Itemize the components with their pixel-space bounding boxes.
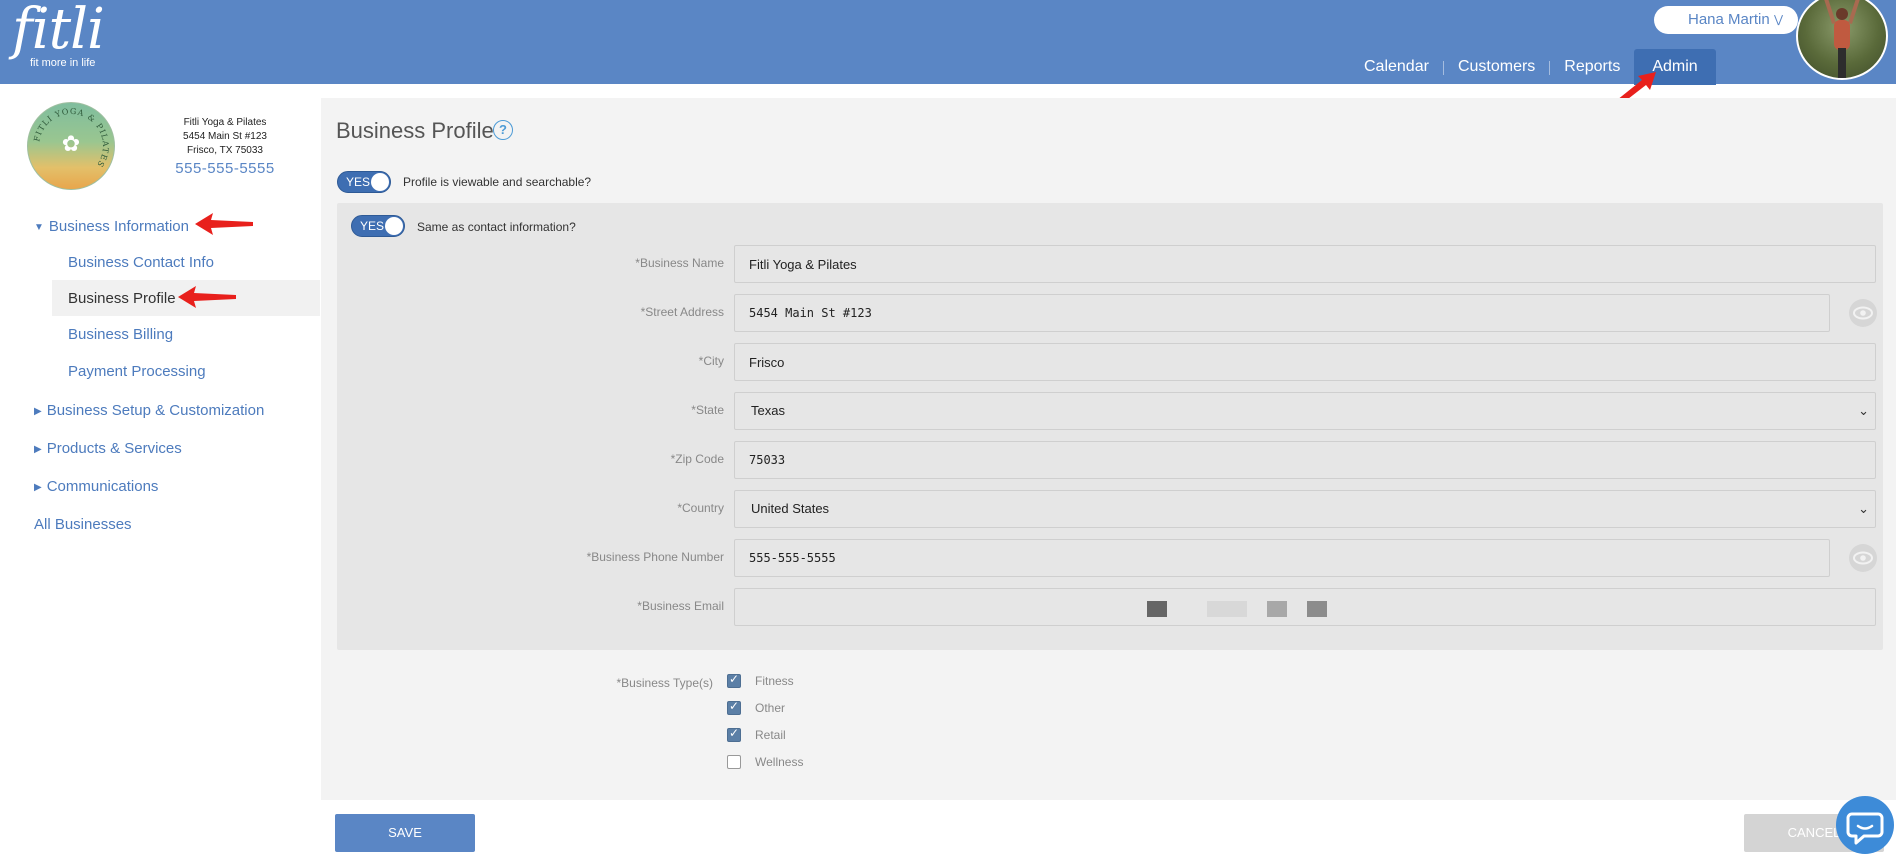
business-type-label: Retail <box>755 728 786 742</box>
country-select[interactable]: United States ⌄ <box>734 490 1876 528</box>
annotation-arrow-icon <box>195 213 253 235</box>
avatar-figure-body <box>1834 20 1850 50</box>
caret-right-icon: ▶ <box>34 482 42 493</box>
business-email-label: *Business Email <box>637 599 724 613</box>
caret-right-icon: ▶ <box>34 406 42 417</box>
sidebar-section-label: Communications <box>46 478 159 495</box>
checkmark-icon: ✓ <box>729 699 740 713</box>
checkbox-checked[interactable]: ✓ <box>727 699 741 715</box>
business-name-label: *Business Name <box>635 256 724 270</box>
avatar-figure-leg <box>1838 48 1846 78</box>
business-phone-label: *Business Phone Number <box>586 550 724 564</box>
visibility-eye-icon[interactable] <box>1849 299 1877 327</box>
business-address-line1: 5454 Main St #123 <box>183 131 267 142</box>
state-selected-value: Texas <box>751 403 785 418</box>
zip-code-field[interactable] <box>734 441 1876 479</box>
nav-calendar[interactable]: Calendar <box>1350 49 1443 85</box>
street-address-field[interactable] <box>734 294 1830 332</box>
page-title: Business Profile <box>336 118 494 143</box>
country-selected-value: United States <box>751 501 830 516</box>
business-type-label: Fitness <box>755 674 794 688</box>
logo-tagline: fit more in life <box>30 57 96 69</box>
user-menu-button[interactable]: Hana Martin ⋁ <box>1654 6 1798 34</box>
business-name: Fitli Yoga & Pilates <box>183 117 267 128</box>
logo-wordmark: fitli <box>12 0 105 62</box>
checkbox-checked[interactable]: ✓ <box>727 672 741 688</box>
checkbox-unchecked[interactable] <box>727 755 741 769</box>
business-address-line2: Frisco, TX 75033 <box>187 145 263 156</box>
chevron-down-icon: ⌄ <box>1858 501 1869 516</box>
business-phone: 555-555-5555 <box>175 160 275 177</box>
sidebar-item-payment-processing[interactable]: Payment Processing <box>68 363 206 380</box>
sidebar-item-business-profile[interactable]: Business Profile <box>68 290 176 307</box>
business-summary: Fitli Yoga & Pilates 5454 Main St #123 F… <box>140 116 310 180</box>
sidebar-item-all-businesses[interactable]: All Businesses <box>34 516 132 533</box>
avatar-figure-arm <box>1848 0 1860 24</box>
sidebar-section-communications[interactable]: ▶ Communications <box>34 478 158 495</box>
question-circle-icon[interactable]: ? <box>493 120 513 140</box>
checkmark-icon: ✓ <box>729 672 740 686</box>
sidebar-section-products-services[interactable]: ▶ Products & Services <box>34 440 182 457</box>
toggle-knob <box>385 217 403 235</box>
business-logo: FITLI YOGA & PILATES ✿ <box>27 102 115 190</box>
user-avatar[interactable] <box>1796 0 1888 80</box>
business-type-label: Other <box>755 701 786 715</box>
sidebar: FITLI YOGA & PILATES ✿ Fitli Yoga & Pila… <box>0 84 320 864</box>
main-panel: Business Profile ? YES Profile is viewab… <box>321 98 1896 800</box>
annotation-arrow-icon <box>178 286 236 308</box>
business-type-label: Wellness <box>755 755 804 769</box>
chevron-down-icon: ⌄ <box>1858 403 1869 418</box>
zip-code-label: *Zip Code <box>670 452 724 466</box>
state-label: *State <box>691 403 724 417</box>
profile-visible-label: Profile is viewable and searchable? <box>403 175 592 189</box>
save-button[interactable]: SAVE <box>335 814 475 852</box>
chat-bubble-icon[interactable] <box>1836 796 1894 854</box>
business-types-label: *Business Type(s) <box>616 676 714 690</box>
country-label: *Country <box>677 501 724 515</box>
sidebar-item-business-billing[interactable]: Business Billing <box>68 326 173 343</box>
checkbox-checked[interactable]: ✓ <box>727 726 741 742</box>
state-select[interactable]: Texas ⌄ <box>734 392 1876 430</box>
street-address-label: *Street Address <box>640 305 724 319</box>
sidebar-section-business-setup[interactable]: ▶ Business Setup & Customization <box>34 402 264 419</box>
sidebar-item-business-contact-info[interactable]: Business Contact Info <box>68 254 214 271</box>
nav-customers[interactable]: Customers <box>1444 49 1549 85</box>
caret-down-icon: ▼ <box>34 222 44 233</box>
checkmark-icon: ✓ <box>729 726 740 740</box>
visibility-eye-icon[interactable] <box>1849 544 1877 572</box>
business-name-field[interactable] <box>734 245 1876 283</box>
toggle-knob <box>371 173 389 191</box>
toggle-state: YES <box>346 175 371 189</box>
main-nav: Calendar Customers Reports Admin <box>1350 49 1716 85</box>
city-field[interactable] <box>734 343 1876 381</box>
app-logo[interactable]: fitli fit more in life <box>12 0 105 70</box>
toggle-state: YES <box>360 219 385 233</box>
meditation-figure-icon: ✿ <box>61 131 81 156</box>
caret-right-icon: ▶ <box>34 444 42 455</box>
same-as-contact-toggle[interactable]: YES <box>351 215 405 237</box>
same-as-contact-label: Same as contact information? <box>417 220 576 234</box>
business-phone-field[interactable] <box>734 539 1830 577</box>
city-label: *City <box>698 354 724 368</box>
profile-visible-toggle[interactable]: YES <box>337 171 391 193</box>
avatar-figure-arm <box>1824 0 1836 24</box>
chevron-down-icon: ⋁ <box>1774 14 1784 26</box>
business-email-field[interactable] <box>734 588 1876 626</box>
avatar-figure-head <box>1836 8 1848 20</box>
sidebar-section-label: Products & Services <box>46 440 182 457</box>
sidebar-section-label: Business Information <box>48 218 189 235</box>
sidebar-section-label: Business Setup & Customization <box>46 402 265 419</box>
contact-info-panel: YES Same as contact information? *Busine… <box>337 203 1883 650</box>
sidebar-section-business-information[interactable]: ▼ Business Information <box>34 218 189 235</box>
user-name: Hana Martin <box>1688 11 1770 28</box>
